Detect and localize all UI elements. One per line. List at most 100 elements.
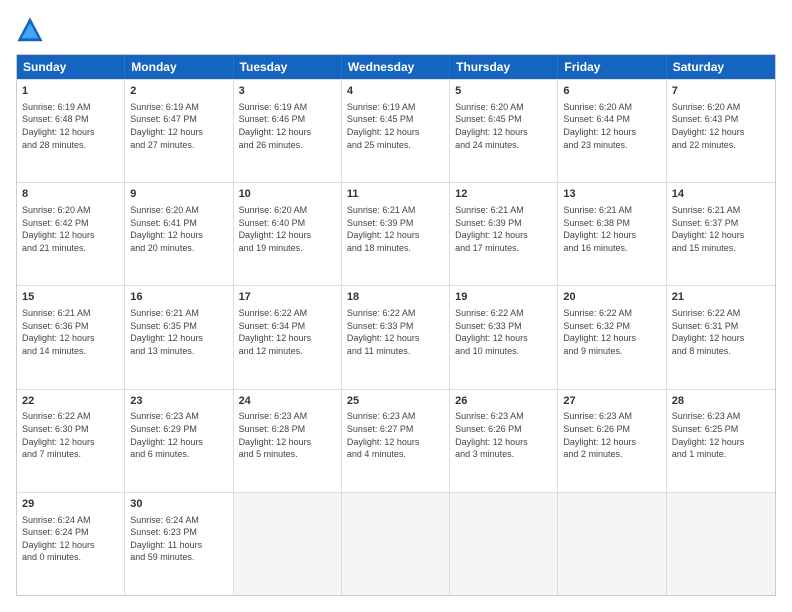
calendar-cell <box>558 493 666 595</box>
calendar-cell: 11 Sunrise: 6:21 AM Sunset: 6:39 PM Dayli… <box>342 183 450 285</box>
day-info: Sunrise: 6:22 AM Sunset: 6:34 PM Dayligh… <box>239 307 336 357</box>
day-number: 8 <box>22 187 119 202</box>
day-info: Sunrise: 6:20 AM Sunset: 6:42 PM Dayligh… <box>22 204 119 254</box>
header <box>16 16 776 44</box>
cal-header-day: Monday <box>125 55 233 79</box>
day-number: 11 <box>347 187 444 202</box>
calendar-row: 29Sunrise: 6:24 AM Sunset: 6:24 PM Dayli… <box>17 492 775 595</box>
day-info: Sunrise: 6:24 AM Sunset: 6:23 PM Dayligh… <box>130 514 227 564</box>
day-number: 19 <box>455 290 552 305</box>
calendar-cell: 13Sunrise: 6:21 AM Sunset: 6:38 PM Dayli… <box>558 183 666 285</box>
cal-header-day: Friday <box>558 55 666 79</box>
day-info: Sunrise: 6:22 AM Sunset: 6:33 PM Dayligh… <box>347 307 444 357</box>
calendar-cell: 18 Sunrise: 6:22 AM Sunset: 6:33 PM Dayli… <box>342 286 450 388</box>
day-number: 10 <box>239 187 336 202</box>
day-number: 17 <box>239 290 336 305</box>
calendar-cell: 15 Sunrise: 6:21 AM Sunset: 6:36 PM Dayli… <box>17 286 125 388</box>
calendar-cell: 14 Sunrise: 6:21 AM Sunset: 6:37 PM Dayli… <box>667 183 775 285</box>
calendar-cell: 19 Sunrise: 6:22 AM Sunset: 6:33 PM Dayli… <box>450 286 558 388</box>
calendar-cell: 17 Sunrise: 6:22 AM Sunset: 6:34 PM Dayli… <box>234 286 342 388</box>
calendar-cell: 21 Sunrise: 6:22 AM Sunset: 6:31 PM Dayli… <box>667 286 775 388</box>
day-number: 24 <box>239 394 336 409</box>
calendar-cell: 24Sunrise: 6:23 AM Sunset: 6:28 PM Dayli… <box>234 390 342 492</box>
day-number: 28 <box>672 394 770 409</box>
day-info: Sunrise: 6:23 AM Sunset: 6:26 PM Dayligh… <box>563 410 660 460</box>
day-info: Sunrise: 6:22 AM Sunset: 6:32 PM Dayligh… <box>563 307 660 357</box>
calendar-cell: 1 Sunrise: 6:19 AM Sunset: 6:48 PM Daylig… <box>17 80 125 182</box>
day-number: 21 <box>672 290 770 305</box>
day-info: Sunrise: 6:20 AM Sunset: 6:41 PM Dayligh… <box>130 204 227 254</box>
day-info: Sunrise: 6:23 AM Sunset: 6:27 PM Dayligh… <box>347 410 444 460</box>
day-number: 23 <box>130 394 227 409</box>
day-info: Sunrise: 6:23 AM Sunset: 6:26 PM Dayligh… <box>455 410 552 460</box>
day-info: Sunrise: 6:21 AM Sunset: 6:35 PM Dayligh… <box>130 307 227 357</box>
calendar-cell: 10 Sunrise: 6:20 AM Sunset: 6:40 PM Dayli… <box>234 183 342 285</box>
cal-header-day: Thursday <box>450 55 558 79</box>
calendar-header: SundayMondayTuesdayWednesdayThursdayFrid… <box>17 55 775 79</box>
calendar-cell: 3Sunrise: 6:19 AM Sunset: 6:46 PM Daylig… <box>234 80 342 182</box>
day-info: Sunrise: 6:20 AM Sunset: 6:40 PM Dayligh… <box>239 204 336 254</box>
day-number: 18 <box>347 290 444 305</box>
day-number: 4 <box>347 84 444 99</box>
calendar-cell: 26Sunrise: 6:23 AM Sunset: 6:26 PM Dayli… <box>450 390 558 492</box>
calendar-cell: 8 Sunrise: 6:20 AM Sunset: 6:42 PM Daylig… <box>17 183 125 285</box>
day-number: 7 <box>672 84 770 99</box>
calendar-cell: 12 Sunrise: 6:21 AM Sunset: 6:39 PM Dayli… <box>450 183 558 285</box>
calendar-cell: 28Sunrise: 6:23 AM Sunset: 6:25 PM Dayli… <box>667 390 775 492</box>
day-info: Sunrise: 6:19 AM Sunset: 6:46 PM Dayligh… <box>239 101 336 151</box>
calendar-cell: 23Sunrise: 6:23 AM Sunset: 6:29 PM Dayli… <box>125 390 233 492</box>
calendar-cell: 27Sunrise: 6:23 AM Sunset: 6:26 PM Dayli… <box>558 390 666 492</box>
cal-header-day: Tuesday <box>234 55 342 79</box>
logo <box>16 16 50 44</box>
day-number: 29 <box>22 497 119 512</box>
calendar-row: 15 Sunrise: 6:21 AM Sunset: 6:36 PM Dayli… <box>17 285 775 388</box>
day-info: Sunrise: 6:23 AM Sunset: 6:29 PM Dayligh… <box>130 410 227 460</box>
calendar-cell: 16 Sunrise: 6:21 AM Sunset: 6:35 PM Dayli… <box>125 286 233 388</box>
day-number: 6 <box>563 84 660 99</box>
day-number: 14 <box>672 187 770 202</box>
calendar-cell: 29Sunrise: 6:24 AM Sunset: 6:24 PM Dayli… <box>17 493 125 595</box>
calendar-row: 22Sunrise: 6:22 AM Sunset: 6:30 PM Dayli… <box>17 389 775 492</box>
page: SundayMondayTuesdayWednesdayThursdayFrid… <box>0 0 792 612</box>
calendar-cell: 2Sunrise: 6:19 AM Sunset: 6:47 PM Daylig… <box>125 80 233 182</box>
day-info: Sunrise: 6:21 AM Sunset: 6:36 PM Dayligh… <box>22 307 119 357</box>
day-number: 30 <box>130 497 227 512</box>
calendar-cell <box>234 493 342 595</box>
day-number: 22 <box>22 394 119 409</box>
day-number: 15 <box>22 290 119 305</box>
day-info: Sunrise: 6:21 AM Sunset: 6:39 PM Dayligh… <box>347 204 444 254</box>
day-number: 1 <box>22 84 119 99</box>
day-number: 27 <box>563 394 660 409</box>
day-number: 9 <box>130 187 227 202</box>
calendar-row: 8 Sunrise: 6:20 AM Sunset: 6:42 PM Daylig… <box>17 182 775 285</box>
day-info: Sunrise: 6:20 AM Sunset: 6:45 PM Dayligh… <box>455 101 552 151</box>
day-number: 12 <box>455 187 552 202</box>
day-number: 2 <box>130 84 227 99</box>
calendar-cell: 30 Sunrise: 6:24 AM Sunset: 6:23 PM Dayli… <box>125 493 233 595</box>
calendar-cell: 20 Sunrise: 6:22 AM Sunset: 6:32 PM Dayli… <box>558 286 666 388</box>
day-number: 16 <box>130 290 227 305</box>
day-number: 20 <box>563 290 660 305</box>
day-number: 26 <box>455 394 552 409</box>
calendar-row: 1 Sunrise: 6:19 AM Sunset: 6:48 PM Daylig… <box>17 79 775 182</box>
day-info: Sunrise: 6:23 AM Sunset: 6:28 PM Dayligh… <box>239 410 336 460</box>
calendar-cell <box>342 493 450 595</box>
day-info: Sunrise: 6:20 AM Sunset: 6:44 PM Dayligh… <box>563 101 660 151</box>
day-info: Sunrise: 6:21 AM Sunset: 6:38 PM Dayligh… <box>563 204 660 254</box>
day-info: Sunrise: 6:22 AM Sunset: 6:33 PM Dayligh… <box>455 307 552 357</box>
day-info: Sunrise: 6:21 AM Sunset: 6:39 PM Dayligh… <box>455 204 552 254</box>
calendar-cell: 22Sunrise: 6:22 AM Sunset: 6:30 PM Dayli… <box>17 390 125 492</box>
cal-header-day: Saturday <box>667 55 775 79</box>
calendar: SundayMondayTuesdayWednesdayThursdayFrid… <box>16 54 776 596</box>
day-info: Sunrise: 6:23 AM Sunset: 6:25 PM Dayligh… <box>672 410 770 460</box>
calendar-cell: 4 Sunrise: 6:19 AM Sunset: 6:45 PM Daylig… <box>342 80 450 182</box>
cal-header-day: Wednesday <box>342 55 450 79</box>
calendar-cell: 25Sunrise: 6:23 AM Sunset: 6:27 PM Dayli… <box>342 390 450 492</box>
day-info: Sunrise: 6:22 AM Sunset: 6:30 PM Dayligh… <box>22 410 119 460</box>
cal-header-day: Sunday <box>17 55 125 79</box>
day-info: Sunrise: 6:22 AM Sunset: 6:31 PM Dayligh… <box>672 307 770 357</box>
day-info: Sunrise: 6:21 AM Sunset: 6:37 PM Dayligh… <box>672 204 770 254</box>
calendar-cell: 7Sunrise: 6:20 AM Sunset: 6:43 PM Daylig… <box>667 80 775 182</box>
day-info: Sunrise: 6:19 AM Sunset: 6:48 PM Dayligh… <box>22 101 119 151</box>
day-info: Sunrise: 6:19 AM Sunset: 6:45 PM Dayligh… <box>347 101 444 151</box>
